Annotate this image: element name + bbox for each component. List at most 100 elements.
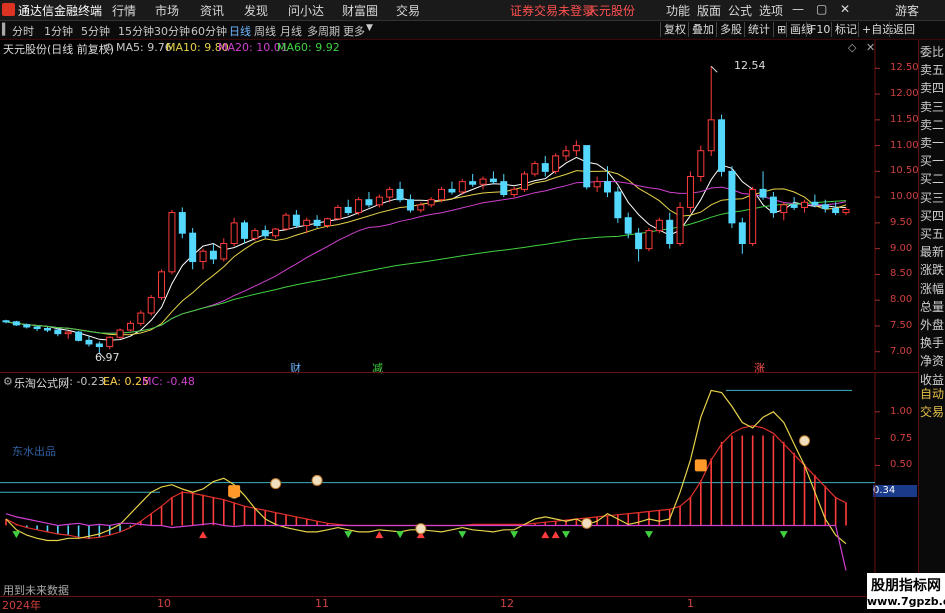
sidebar-item-8[interactable]: 买三 [920, 189, 945, 207]
candle-body [375, 196, 383, 206]
signal-arrow-icon [458, 531, 467, 539]
candlestick-chart[interactable] [0, 40, 918, 370]
sidebar-item-11[interactable]: 最新 [920, 243, 945, 261]
f10-button[interactable]: F10 [806, 22, 833, 37]
candle-body [85, 339, 93, 345]
period-month[interactable]: 月线 [280, 23, 302, 39]
multi-stock-button[interactable]: 多股 [716, 22, 745, 37]
candle-body [531, 163, 539, 175]
menu-zixun[interactable]: 资讯 [200, 2, 224, 19]
candle-body [355, 199, 363, 214]
login-status[interactable]: 证券交易未登录 [510, 2, 594, 19]
menu-hangqing[interactable]: 行情 [112, 2, 136, 19]
candle-body [686, 176, 694, 208]
candle-body [552, 155, 560, 172]
candle-body [126, 322, 134, 331]
candle-body [479, 178, 487, 185]
candle-body [64, 331, 72, 335]
menu-banmian[interactable]: 版面 [697, 2, 721, 19]
sidebar-item-10[interactable]: 买五 [920, 225, 945, 243]
maximize-icon[interactable]: ▢ [816, 2, 827, 16]
menu-gongneng[interactable]: 功能 [666, 2, 690, 19]
period-60min[interactable]: 60分钟 [191, 23, 227, 39]
candle-body [676, 206, 684, 244]
candle-body [801, 201, 809, 208]
watermark-line1: 股朋指标网 [871, 578, 941, 594]
menu-jiaoyi[interactable]: 交易 [396, 2, 420, 19]
candle-body [95, 343, 103, 348]
sidebar-item-13[interactable]: 涨幅 [920, 280, 945, 298]
period-multi[interactable]: 多周期 [307, 23, 340, 39]
candle-body [759, 188, 767, 198]
menu-gongshi[interactable]: 公式 [728, 2, 752, 19]
menu-wenxiaoda[interactable]: 问小达 [288, 2, 324, 19]
period-15min[interactable]: 15分钟 [118, 23, 154, 39]
overlay-button[interactable]: 叠加 [688, 22, 717, 37]
sidebar-item-15[interactable]: 外盘 [920, 316, 945, 334]
back-button[interactable]: 返回 [889, 22, 918, 37]
sidebar-item-19[interactable]: 自动 [920, 385, 945, 403]
candle-body [241, 222, 249, 239]
sidebar-item-0[interactable]: 委比 [920, 43, 945, 61]
mark-button[interactable]: 标记 [831, 22, 860, 37]
period-1min[interactable]: 1分钟 [44, 23, 73, 39]
sidebar-item-7[interactable]: 买二 [920, 170, 945, 188]
period-more[interactable]: 更多 [343, 23, 365, 39]
candle-body [116, 329, 124, 338]
candle-body [500, 181, 508, 196]
money-bag-icon [799, 435, 811, 447]
sidebar-item-20[interactable]: 交易 [920, 403, 945, 421]
fuquan-button[interactable]: 复权 [660, 22, 689, 37]
period-week[interactable]: 周线 [254, 23, 276, 39]
candle-body [178, 212, 186, 234]
menu-faxian[interactable]: 发现 [244, 2, 268, 19]
menu-shichang[interactable]: 市场 [155, 2, 179, 19]
sidebar-item-1[interactable]: 卖五 [920, 61, 945, 79]
minimize-icon[interactable]: — [792, 2, 804, 16]
candle-body [469, 181, 477, 185]
candle-body [272, 228, 280, 237]
candle-body [313, 219, 321, 226]
candle-body [220, 242, 228, 260]
user-label[interactable]: 游客 [895, 2, 919, 19]
candle-body [655, 219, 663, 232]
candle-body [106, 336, 114, 348]
candle-body [666, 219, 674, 244]
period-day[interactable]: 日线 [229, 23, 251, 39]
signal-arrow-icon [375, 531, 384, 539]
sidebar-item-2[interactable]: 卖四 [920, 79, 945, 97]
bar-icon[interactable]: ▍ [2, 23, 10, 36]
sidebar-item-6[interactable]: 买一 [920, 152, 945, 170]
period-5min[interactable]: 5分钟 [81, 23, 110, 39]
sidebar-item-4[interactable]: 卖二 [920, 116, 945, 134]
sidebar-item-14[interactable]: 总量 [920, 298, 945, 316]
sidebar-item-17[interactable]: 净资 [920, 352, 945, 370]
sidebar-item-3[interactable]: 卖三 [920, 98, 945, 116]
high-pointer [710, 65, 718, 73]
stats-button[interactable]: 统计 [744, 22, 773, 37]
quote-sidebar: 委比 卖五 卖四 卖三 卖二 卖一 买一 买二 买三 买四 买五 最新 涨跌 涨幅 总量 外盘 换手 净资 收益 自动… [918, 40, 945, 609]
period-fenshi[interactable]: 分时 [12, 23, 34, 39]
money-bag-icon [311, 474, 323, 486]
candle-body [521, 173, 529, 190]
more-dropdown-icon[interactable]: ▼ [366, 23, 373, 33]
period-30min[interactable]: 30分钟 [154, 23, 190, 39]
close-icon[interactable]: ✕ [840, 2, 850, 16]
candle-body [427, 199, 435, 206]
sidebar-item-5[interactable]: 卖一 [920, 134, 945, 152]
sidebar-item-12[interactable]: 涨跌 [920, 261, 945, 279]
indicator-chart[interactable] [0, 373, 918, 593]
candle-body [821, 204, 829, 209]
candle-body [438, 188, 446, 201]
candle-body [261, 230, 269, 237]
x-label-11: 11 [315, 597, 329, 610]
candle-body [344, 206, 352, 214]
menu-xuanxiang[interactable]: 选项 [759, 2, 783, 19]
app-title: 通达信金融终端 [18, 4, 103, 18]
sidebar-item-9[interactable]: 买四 [920, 207, 945, 225]
menu-caifuquan[interactable]: 财富圈 [342, 2, 378, 19]
candle-body [282, 214, 290, 230]
candle-body [697, 150, 705, 178]
x-label-12: 12 [500, 597, 514, 610]
sidebar-item-16[interactable]: 换手 [920, 334, 945, 352]
